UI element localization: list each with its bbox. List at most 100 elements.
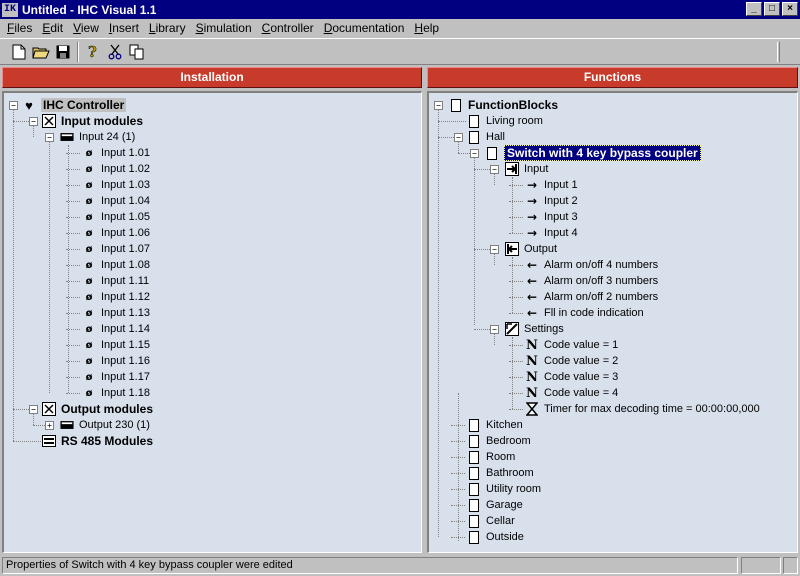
copy-icon[interactable] — [126, 41, 148, 63]
menu-insert[interactable]: Insert — [104, 21, 144, 35]
maximize-button[interactable]: □ — [764, 2, 780, 16]
new-file-icon[interactable] — [8, 41, 30, 63]
tree-item-output-group[interactable]: Output 230 (1) — [60, 417, 150, 433]
tree-item-input-channel[interactable]: ø Input 1.16 — [82, 353, 150, 369]
tree-item-input-channel[interactable]: ø Input 1.03 — [82, 177, 150, 193]
tree-item-rs485[interactable]: RS 485 Modules — [42, 433, 153, 449]
tree-item-function-input[interactable]: → Input 4 — [525, 225, 578, 241]
settings-icon — [505, 322, 519, 336]
tree-item-input-channel[interactable]: ø Input 1.04 — [82, 193, 150, 209]
value-setting-icon: N — [526, 353, 538, 369]
menu-simulation[interactable]: Simulation — [191, 21, 257, 35]
tree-item-function-input[interactable]: → Input 1 — [525, 177, 578, 193]
tree-label: Input 1.01 — [101, 147, 150, 159]
menu-documentation[interactable]: Documentation — [319, 21, 410, 35]
tree-label: Input 1.06 — [101, 227, 150, 239]
tree-item-input-group[interactable]: Input 24 (1) — [60, 129, 135, 145]
input-channel-icon: ø — [85, 291, 93, 303]
tree-item-living-room[interactable]: Living room — [467, 113, 543, 129]
installation-tree[interactable]: − ♥ IHC Controller − Input modules − Inp… — [2, 91, 422, 553]
tree-item-room[interactable]: Outside — [467, 529, 524, 545]
tree-item-input-channel[interactable]: ø Input 1.07 — [82, 241, 150, 257]
collapse-output-toggle[interactable]: − — [490, 245, 499, 254]
functions-tree[interactable]: − FunctionBlocks Living room − Hall − Sw… — [427, 91, 798, 553]
collapse-input-toggle[interactable]: − — [490, 165, 499, 174]
tree-item-room[interactable]: Kitchen — [467, 417, 523, 433]
tree-item-room[interactable]: Utility room — [467, 481, 541, 497]
collapse-hall-toggle[interactable]: − — [454, 133, 463, 142]
tree-item-output-modules[interactable]: Output modules — [42, 401, 153, 417]
toolbar-grip[interactable] — [777, 42, 780, 62]
tree-label: Utility room — [486, 483, 542, 495]
menu-library[interactable]: Library — [144, 21, 191, 35]
menu-help[interactable]: Help — [409, 21, 444, 35]
tree-item-input-channel[interactable]: ø Input 1.14 — [82, 321, 150, 337]
tree-item-output[interactable]: Output — [505, 241, 557, 257]
save-disk-icon[interactable] — [52, 41, 74, 63]
tree-item-room[interactable]: Bedroom — [467, 433, 531, 449]
collapse-input-modules-toggle[interactable]: − — [29, 117, 38, 126]
tree-item-room[interactable]: Garage — [467, 497, 523, 513]
module-icon — [42, 114, 56, 128]
tree-item-room[interactable]: Room — [467, 449, 515, 465]
tree-item-input-modules[interactable]: Input modules — [42, 113, 143, 129]
tree-item-function-input[interactable]: → Input 2 — [525, 193, 578, 209]
tree-item-input-channel[interactable]: ø Input 1.02 — [82, 161, 150, 177]
tree-item-input-channel[interactable]: ø Input 1.18 — [82, 385, 150, 401]
tree-item-functionblocks[interactable]: FunctionBlocks — [449, 97, 558, 113]
tree-item-ihc-controller[interactable]: ♥ IHC Controller — [22, 97, 127, 113]
tree-item-input-channel[interactable]: ø Input 1.05 — [82, 209, 150, 225]
tree-item-function-output[interactable]: ← Alarm on/off 3 numbers — [525, 273, 658, 289]
toolbar-separator — [77, 41, 79, 62]
tree-item-input-channel[interactable]: ø Input 1.13 — [82, 305, 150, 321]
document-icon — [467, 530, 481, 544]
tree-item-settings[interactable]: Settings — [505, 321, 564, 337]
tree-item-switch-selected[interactable]: Switch with 4 key bypass coupler — [485, 145, 701, 161]
input-channel-icon: ø — [85, 371, 93, 383]
tree-item-room[interactable]: Bathroom — [467, 465, 534, 481]
cut-scissors-icon[interactable] — [104, 41, 126, 63]
tree-item-input-channel[interactable]: ø Input 1.01 — [82, 145, 150, 161]
menu-controller[interactable]: Controller — [257, 21, 319, 35]
menu-edit[interactable]: Edit — [37, 21, 68, 35]
right-arrow-icon: → — [526, 226, 538, 240]
tree-item-input-channel[interactable]: ø Input 1.15 — [82, 337, 150, 353]
collapse-root-toggle[interactable]: − — [9, 101, 18, 110]
open-folder-icon[interactable] — [30, 41, 52, 63]
input-channel-icon: ø — [85, 195, 93, 207]
hourglass-icon — [525, 402, 539, 416]
close-button[interactable]: × — [782, 2, 798, 16]
collapse-output-modules-toggle[interactable]: − — [29, 405, 38, 414]
tree-label: Input 1.18 — [101, 387, 150, 399]
tree-item-setting[interactable]: N Code value = 4 — [525, 385, 618, 401]
minimize-button[interactable]: _ — [746, 2, 762, 16]
document-icon — [467, 114, 481, 128]
tree-item-input-channel[interactable]: ø Input 1.12 — [82, 289, 150, 305]
tree-item-setting[interactable]: N Code value = 3 — [525, 369, 618, 385]
collapse-settings-toggle[interactable]: − — [490, 325, 499, 334]
tree-item-function-output[interactable]: ← Alarm on/off 4 numbers — [525, 257, 658, 273]
help-question-icon[interactable]: ? — [82, 41, 104, 63]
tree-item-setting[interactable]: N Code value = 2 — [525, 353, 618, 369]
tree-item-function-input[interactable]: → Input 3 — [525, 209, 578, 225]
tree-item-input[interactable]: Input — [505, 161, 548, 177]
tree-item-input-channel[interactable]: ø Input 1.08 — [82, 257, 150, 273]
tree-item-timer[interactable]: Timer for max decoding time = 00:00:00,0… — [525, 401, 760, 417]
tree-item-input-channel[interactable]: ø Input 1.06 — [82, 225, 150, 241]
heart-icon: ♥ — [25, 97, 33, 113]
menu-files[interactable]: Files — [2, 21, 37, 35]
tree-label: Input 1.07 — [101, 243, 150, 255]
tree-item-input-channel[interactable]: ø Input 1.11 — [82, 273, 150, 289]
input-channel-icon: ø — [85, 387, 93, 399]
expand-output-group-toggle[interactable]: + — [45, 421, 54, 430]
tree-item-setting[interactable]: N Code value = 1 — [525, 337, 618, 353]
tree-item-input-channel[interactable]: ø Input 1.17 — [82, 369, 150, 385]
tree-item-room[interactable]: Cellar — [467, 513, 515, 529]
collapse-input-group-toggle[interactable]: − — [45, 133, 54, 142]
tree-item-function-output[interactable]: ← Alarm on/off 2 numbers — [525, 289, 658, 305]
tree-item-function-output[interactable]: ← Fll in code indication — [525, 305, 644, 321]
collapse-switch-toggle[interactable]: − — [470, 149, 479, 158]
collapse-functionblocks-toggle[interactable]: − — [434, 101, 443, 110]
menu-view[interactable]: View — [68, 21, 104, 35]
tree-item-hall[interactable]: Hall — [467, 129, 505, 145]
